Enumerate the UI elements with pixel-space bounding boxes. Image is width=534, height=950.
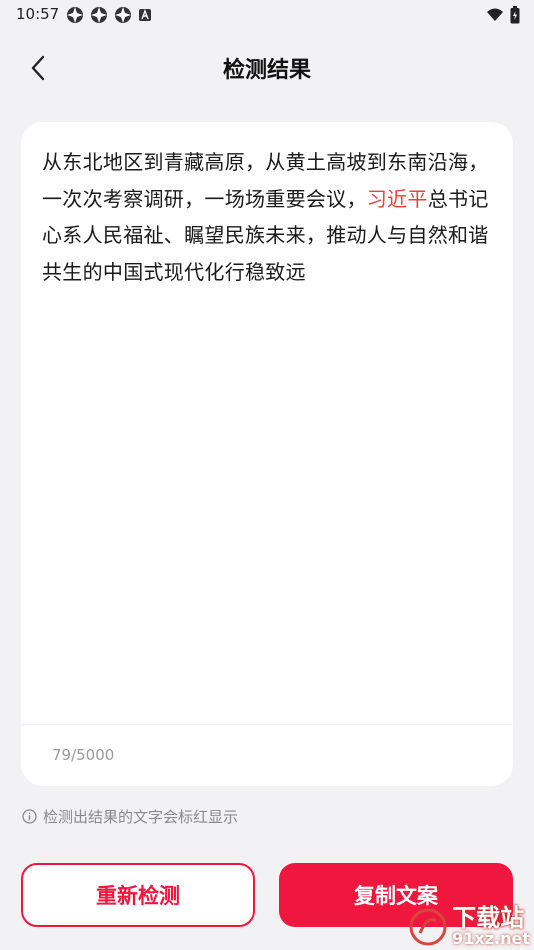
character-count: 79/5000 [52, 746, 115, 764]
notification-icons [66, 6, 152, 24]
app-notification-icon [115, 7, 131, 23]
result-text[interactable]: 从东北地区到青藏高原，从黄土高坡到东南沿海，一次次考察调研，一场场重要会议，习近… [42, 144, 498, 290]
battery-icon [510, 6, 520, 24]
divider [21, 724, 513, 725]
status-bar: 10:57 [0, 0, 534, 30]
watermark-brand: 下载站 [452, 904, 525, 933]
system-status-icons [486, 6, 520, 24]
watermark-logo-icon [409, 908, 447, 946]
wifi-icon [487, 8, 503, 21]
watermark-domain: 91xz.net [452, 929, 530, 949]
redetect-button[interactable]: 重新检测 [21, 863, 255, 927]
hint-text: 检测出结果的文字会标红显示 [43, 808, 239, 826]
result-card: 从东北地区到青藏高原，从黄土高坡到东南沿海，一次次考察调研，一场场重要会议，习近… [21, 122, 513, 786]
app-notification-icon [67, 7, 83, 23]
navigation-bar: 检测结果 [0, 38, 534, 98]
status-time: 10:57 [16, 5, 60, 23]
hint-row: 检测出结果的文字会标红显示 [22, 806, 238, 827]
app-notification-icon [91, 7, 107, 23]
info-icon [22, 809, 37, 824]
watermark: 下载站 91xz.net [408, 904, 530, 949]
keyboard-indicator-icon [139, 9, 151, 21]
flagged-text: 习近平 [366, 186, 428, 211]
page-title: 检测结果 [222, 58, 311, 83]
